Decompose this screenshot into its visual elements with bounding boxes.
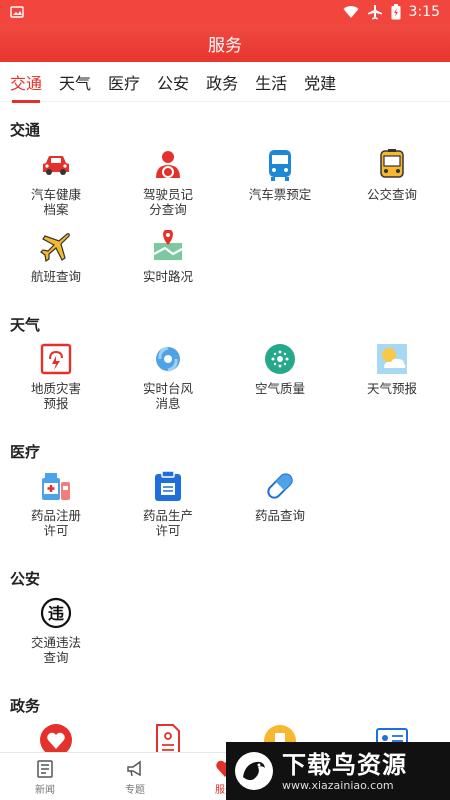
service-label: 汽车健康 — [30, 187, 81, 202]
service-label: 药品注册 — [30, 508, 81, 523]
wifi-icon — [343, 6, 359, 19]
service-bus-ticket[interactable]: 汽车票预定 — [224, 148, 336, 202]
service-list: 交通 汽车健康 档案 驾驶员记 分查询 汽车票预定 公交查询 航班查询 实时路况… — [0, 102, 450, 752]
heart-icon — [40, 724, 72, 752]
service-label: 天气预报 — [366, 381, 417, 396]
service-medicine-production[interactable]: 药品生产 许可 — [112, 469, 224, 538]
service-label: 驾驶员记 — [142, 187, 193, 202]
watermark: 下载鸟资源 www.xiazainiao.com — [226, 742, 450, 800]
service-label: 档案 — [43, 202, 69, 217]
service-label: 公交查询 — [366, 187, 417, 202]
section-title-gov: 政务 — [10, 697, 41, 715]
tab-gov[interactable]: 政务 — [206, 70, 238, 94]
medicine-register-icon — [42, 473, 70, 500]
tab-weather[interactable]: 天气 — [59, 70, 91, 94]
tab-police[interactable]: 公安 — [157, 70, 189, 94]
service-medicine-register[interactable]: 药品注册 许可 — [0, 469, 112, 538]
disaster-icon — [40, 343, 72, 375]
map-pin-icon — [153, 230, 183, 260]
bus-icon — [269, 150, 291, 181]
svg-text:违: 违 — [48, 604, 64, 623]
service-label: 实时路况 — [142, 269, 193, 284]
nav-news[interactable]: 新闻 — [0, 753, 90, 800]
driver-icon — [156, 151, 180, 178]
watermark-title: 下载鸟资源 — [282, 750, 407, 779]
nav-topics-label: 专题 — [125, 785, 145, 796]
service-typhoon[interactable]: 实时台风 消息 — [112, 342, 224, 411]
service-label: 药品生产 — [142, 508, 193, 523]
typhoon-icon — [156, 346, 180, 372]
section-title-traffic: 交通 — [10, 121, 41, 139]
service-label: 交通违法 — [30, 635, 81, 650]
service-label: 药品查询 — [254, 508, 305, 523]
service-label: 汽车票预定 — [248, 187, 312, 202]
title-bar: 服务 — [0, 24, 450, 62]
violation-icon: 违 — [40, 597, 72, 629]
service-weather-forecast[interactable]: 天气预报 — [336, 342, 448, 396]
pill-icon — [267, 473, 293, 499]
service-gov-2[interactable] — [112, 723, 224, 752]
service-road-status[interactable]: 实时路况 — [112, 230, 224, 284]
service-label: 许可 — [155, 523, 181, 538]
service-label: 分查询 — [149, 202, 187, 217]
service-geo-disaster[interactable]: 地质灾害 预报 — [0, 342, 112, 411]
service-gov-1[interactable] — [0, 723, 112, 752]
service-bus-query[interactable]: 公交查询 — [336, 148, 448, 202]
bus-card-icon — [380, 149, 404, 178]
bird-logo-icon — [235, 752, 273, 790]
news-icon — [37, 760, 53, 778]
airplane-icon — [367, 5, 382, 20]
image-icon — [10, 6, 24, 18]
service-air-quality[interactable]: 空气质量 — [224, 342, 336, 396]
section-title-weather: 天气 — [10, 316, 41, 334]
tab-party[interactable]: 党建 — [304, 70, 336, 94]
nav-topics[interactable]: 专题 — [90, 753, 180, 800]
service-traffic-violation[interactable]: 违 交通违法 查询 — [0, 596, 112, 665]
service-car-health[interactable]: 汽车健康 档案 — [0, 148, 112, 217]
megaphone-icon — [127, 760, 141, 777]
air-quality-icon — [265, 344, 295, 374]
category-tabs: 交通 天气 医疗 公安 政务 生活 党建 — [0, 62, 450, 103]
car-icon — [43, 156, 69, 175]
service-label: 实时台风 — [142, 381, 193, 396]
battery-icon — [391, 4, 401, 20]
status-time: 3:15 — [408, 4, 440, 20]
service-label: 地质灾害 — [30, 381, 81, 396]
document-icon — [156, 724, 180, 752]
service-label: 查询 — [43, 650, 69, 665]
airplane-icon — [40, 233, 70, 263]
weather-icon — [377, 344, 407, 374]
tab-medical[interactable]: 医疗 — [108, 70, 140, 94]
status-bar: 3:15 — [0, 0, 450, 24]
tab-traffic[interactable]: 交通 — [10, 70, 42, 103]
watermark-url: www.xiazainiao.com — [282, 778, 394, 792]
tab-life[interactable]: 生活 — [255, 70, 287, 94]
service-label: 许可 — [43, 523, 69, 538]
medicine-production-icon — [155, 470, 181, 501]
service-label: 消息 — [155, 396, 181, 411]
service-flight[interactable]: 航班查询 — [0, 230, 112, 284]
section-title-police: 公安 — [10, 570, 41, 588]
service-label: 空气质量 — [254, 381, 305, 396]
section-title-medical: 医疗 — [10, 443, 41, 461]
service-label: 航班查询 — [30, 269, 81, 284]
service-label: 预报 — [43, 396, 69, 411]
nav-news-label: 新闻 — [35, 785, 55, 796]
page-title: 服务 — [208, 35, 242, 56]
service-medicine-query[interactable]: 药品查询 — [224, 469, 336, 523]
service-driver-points[interactable]: 驾驶员记 分查询 — [112, 148, 224, 217]
